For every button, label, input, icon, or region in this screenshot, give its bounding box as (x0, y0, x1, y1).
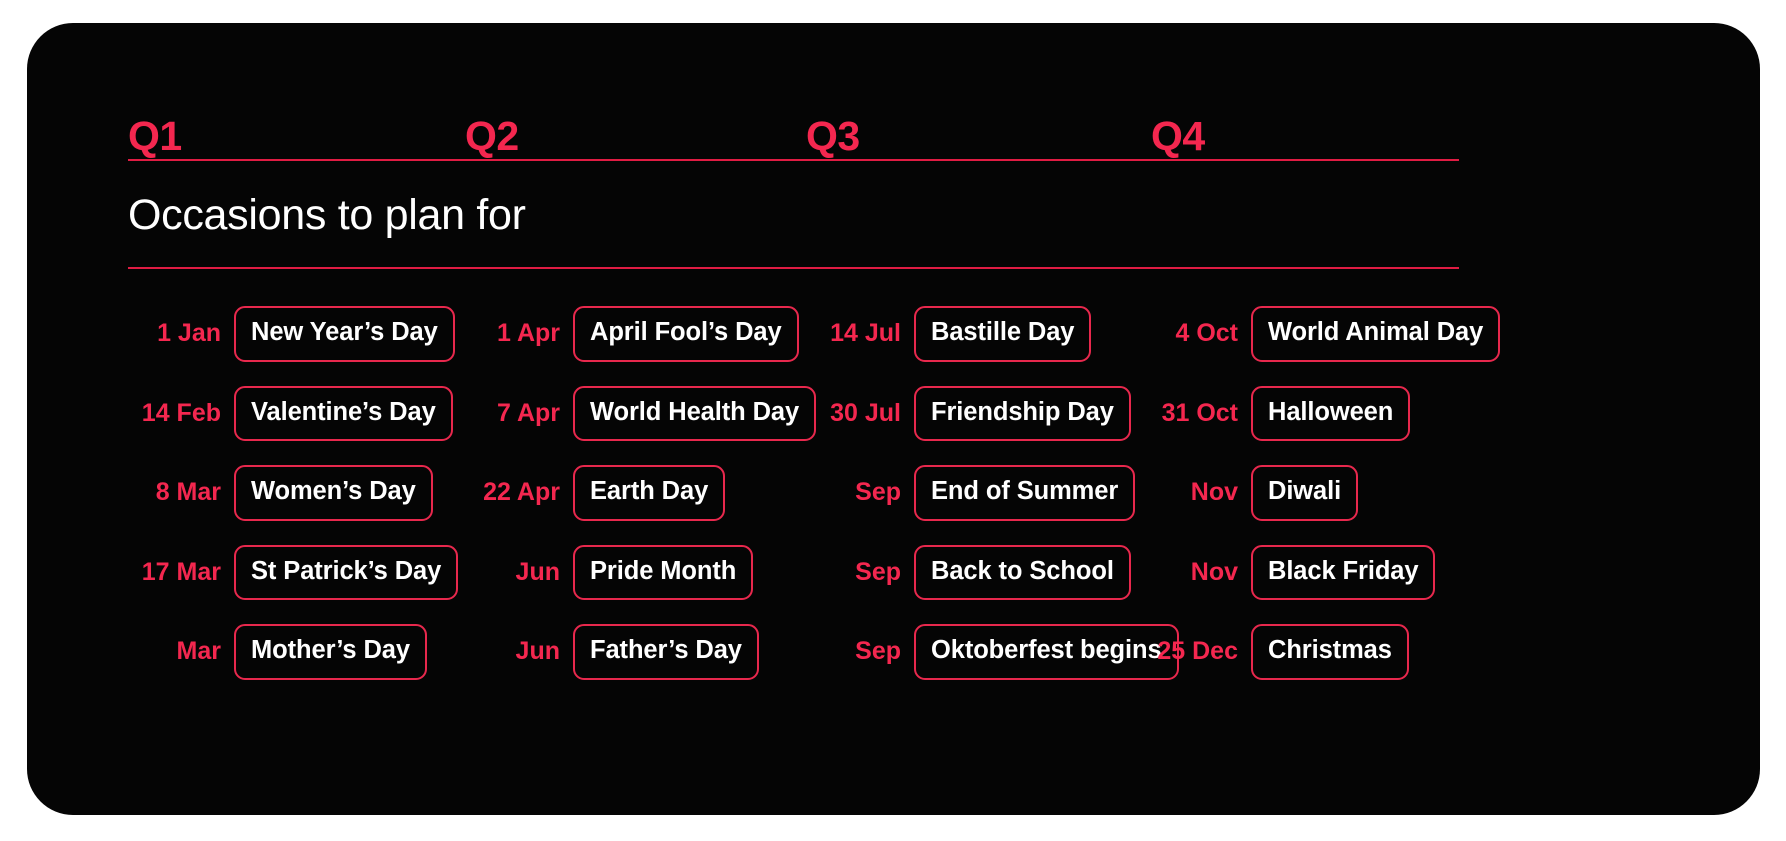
occasion-pill[interactable]: Bastille Day (914, 306, 1092, 362)
occasion-cell[interactable]: Sep Oktoberfest begins (806, 624, 1179, 680)
occasion-date-wrap: 8 Mar (133, 480, 234, 505)
occasion-pill[interactable]: Friendship Day (914, 385, 1131, 441)
occasion-date: 4 Oct (1175, 319, 1238, 348)
occasion-date-wrap: 14 Feb (133, 398, 234, 427)
occasion-cell[interactable]: Nov Black Friday (1151, 544, 1491, 600)
occasion-pill[interactable]: April Fool’s Day (573, 306, 799, 362)
occasion-cell[interactable]: 1 Jan New Year’s Day (128, 306, 465, 362)
occasion-cell[interactable]: 14 Feb Valentine’s Day (128, 385, 465, 441)
occasion-date-wrap: Jun (482, 557, 573, 586)
occasion-pill[interactable]: End of Summer (914, 465, 1136, 521)
page-title: Occasions to plan for (128, 191, 526, 239)
occasion-date: Mar (176, 637, 221, 666)
occasion-date: 8 Mar (155, 478, 221, 507)
occasion-date-wrap: Mar (133, 639, 234, 664)
quarter-heading-q2: Q2 (465, 113, 519, 159)
occasion-date-wrap: 1 Apr (482, 321, 573, 346)
occasion-date: 22 Apr (483, 478, 560, 507)
occasion-pill[interactable]: Halloween (1251, 385, 1411, 441)
occasion-date-wrap: 4 Oct (1156, 321, 1251, 346)
occasion-row: Mar Mother’s Day Jun Father’s Day Sep Ok… (128, 612, 1632, 692)
occasion-date: Nov (1190, 478, 1238, 507)
occasion-pill[interactable]: Back to School (914, 544, 1131, 600)
occasion-cell[interactable]: Nov Diwali (1151, 465, 1491, 521)
occasion-cell[interactable]: 31 Oct Halloween (1151, 385, 1491, 441)
occasion-date-wrap: 30 Jul (819, 398, 914, 427)
occasion-cell[interactable]: 17 Mar St Patrick’s Day (128, 544, 465, 600)
occasion-date: 31 Oct (1161, 398, 1238, 427)
occasion-date: 25 Dec (1157, 637, 1238, 666)
occasion-pill[interactable]: Black Friday (1251, 544, 1436, 600)
occasion-cell[interactable]: Sep End of Summer (806, 465, 1151, 521)
occasions-card: Q1 Q2 Q3 Q4 Occasions to plan for 1 Jan … (27, 23, 1760, 815)
occasion-pill[interactable]: Mother’s Day (234, 624, 427, 680)
quarter-header-row: Q1 Q2 Q3 Q4 (128, 63, 1632, 159)
occasion-cell[interactable]: Sep Back to School (806, 544, 1151, 600)
quarter-heading-q4: Q4 (1151, 113, 1205, 159)
occasion-pill[interactable]: Valentine’s Day (234, 385, 453, 441)
occasion-pill[interactable]: Diwali (1251, 465, 1359, 521)
quarter-heading-q3: Q3 (806, 113, 860, 159)
occasion-date: 1 Jan (157, 319, 221, 348)
occasion-date: Sep (855, 478, 901, 507)
occasion-cell[interactable]: 30 Jul Friendship Day (806, 385, 1151, 441)
occasion-cell[interactable]: 4 Oct World Animal Day (1151, 306, 1501, 362)
occasion-date-wrap: 17 Mar (133, 557, 234, 586)
occasion-date-wrap: Nov (1156, 480, 1251, 505)
occasion-row: 14 Feb Valentine’s Day 7 Apr World Healt… (128, 374, 1632, 454)
occasion-date: 1 Apr (497, 319, 560, 348)
occasion-pill[interactable]: Earth Day (573, 465, 726, 521)
occasion-date-wrap: 31 Oct (1156, 398, 1251, 427)
occasion-pill[interactable]: New Year’s Day (234, 306, 455, 362)
occasion-date: 14 Feb (141, 398, 221, 427)
occasion-date-wrap: 25 Dec (1156, 639, 1251, 664)
occasion-cell[interactable]: 25 Dec Christmas (1151, 624, 1491, 680)
occasion-date-wrap: Sep (819, 557, 914, 586)
occasion-row: 1 Jan New Year’s Day 1 Apr April Fool’s … (128, 294, 1632, 374)
occasion-date: Jun (515, 557, 560, 586)
quarter-heading-q1: Q1 (128, 113, 182, 159)
occasion-date-wrap: 14 Jul (819, 321, 914, 346)
occasion-cell[interactable]: 7 Apr World Health Day (465, 385, 817, 441)
occasion-pill[interactable]: Christmas (1251, 624, 1409, 680)
occasion-cell[interactable]: 1 Apr April Fool’s Day (465, 306, 806, 362)
occasions-grid: 1 Jan New Year’s Day 1 Apr April Fool’s … (128, 269, 1632, 692)
occasion-date-wrap: 22 Apr (482, 480, 573, 505)
card-content: Q1 Q2 Q3 Q4 Occasions to plan for 1 Jan … (128, 63, 1632, 692)
occasion-row: 8 Mar Women’s Day 22 Apr Earth Day Sep E… (128, 453, 1632, 533)
occasion-date: Nov (1190, 557, 1238, 586)
occasion-date-wrap: Sep (819, 639, 914, 664)
occasion-date: 14 Jul (830, 319, 901, 348)
occasion-date: Sep (855, 637, 901, 666)
occasion-pill[interactable]: St Patrick’s Day (234, 544, 459, 600)
occasion-cell[interactable]: Jun Father’s Day (465, 624, 806, 680)
occasion-date: 7 Apr (497, 398, 560, 427)
occasion-cell[interactable]: 8 Mar Women’s Day (128, 465, 465, 521)
occasion-date: 17 Mar (141, 557, 221, 586)
occasion-date-wrap: Nov (1156, 557, 1251, 586)
occasion-pill[interactable]: Father’s Day (573, 624, 759, 680)
occasion-pill[interactable]: World Health Day (573, 385, 817, 441)
occasion-date-wrap: 1 Jan (133, 321, 234, 346)
occasion-cell[interactable]: 14 Jul Bastille Day (806, 306, 1151, 362)
occasion-date-wrap: Sep (819, 480, 914, 505)
occasion-row: 17 Mar St Patrick’s Day Jun Pride Month … (128, 533, 1632, 613)
occasion-pill[interactable]: Pride Month (573, 544, 754, 600)
occasion-date-wrap: 7 Apr (482, 398, 573, 427)
occasion-pill[interactable]: World Animal Day (1251, 306, 1501, 362)
occasion-pill[interactable]: Oktoberfest begins (914, 624, 1179, 680)
occasion-date: 30 Jul (830, 398, 901, 427)
occasion-cell[interactable]: 22 Apr Earth Day (465, 465, 806, 521)
occasion-pill[interactable]: Women’s Day (234, 465, 433, 521)
occasion-cell[interactable]: Jun Pride Month (465, 544, 806, 600)
occasion-cell[interactable]: Mar Mother’s Day (128, 624, 465, 680)
occasion-date: Sep (855, 557, 901, 586)
occasion-date-wrap: Jun (482, 639, 573, 664)
occasion-date: Jun (515, 637, 560, 666)
